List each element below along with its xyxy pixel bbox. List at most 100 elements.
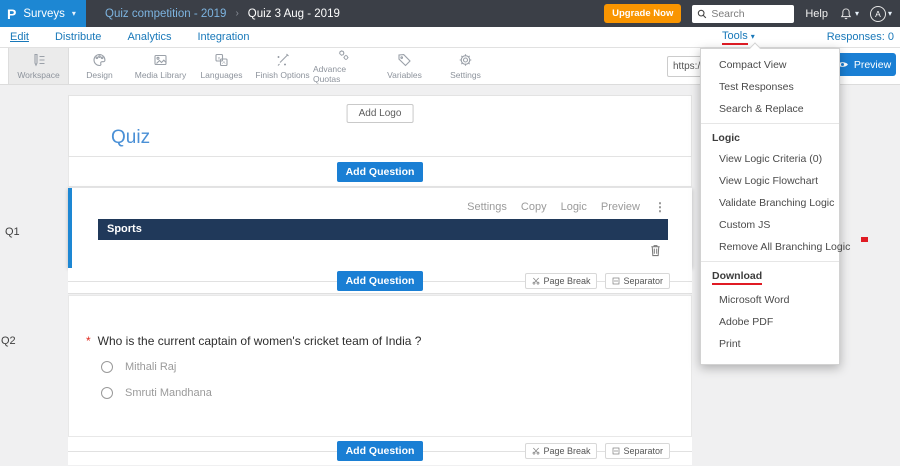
global-search — [692, 4, 795, 23]
toolbar-item-label: Advance Quotas — [313, 64, 347, 84]
menu-item-view-logic-flowchart[interactable]: View Logic Flowchart — [701, 170, 839, 192]
radio-button[interactable] — [101, 387, 113, 399]
gears-icon — [338, 50, 349, 60]
search-icon — [698, 9, 707, 18]
toolbar-item-label: Settings — [450, 70, 481, 80]
toolbar-item-label: Media Library — [134, 70, 187, 80]
separator-icon — [613, 447, 620, 455]
question-preview-link[interactable]: Preview — [601, 201, 640, 213]
tab-distribute[interactable]: Distribute — [55, 31, 101, 43]
caret-down-icon: ▾ — [71, 8, 76, 18]
tab-edit[interactable]: Edit — [10, 31, 29, 43]
menu-item-microsoft-word[interactable]: Microsoft Word — [701, 289, 839, 311]
tab-analytics[interactable]: Analytics — [127, 31, 171, 43]
question-copy-link[interactable]: Copy — [521, 201, 547, 213]
top-bar: P Surveys ▾ Quiz competition - 2019 › Qu… — [0, 0, 900, 27]
scissors-icon — [533, 277, 540, 284]
section-title-bar[interactable]: Sports — [98, 219, 668, 240]
option-label[interactable]: Smruti Mandhana — [125, 387, 212, 399]
gear-icon — [459, 54, 472, 66]
toolbar-item-variables[interactable]: Variables — [374, 48, 435, 84]
workspace-icon — [34, 53, 45, 67]
menu-item-custom-js[interactable]: Custom JS — [701, 214, 839, 236]
question-settings-link[interactable]: Settings — [467, 201, 507, 213]
product-switcher[interactable]: P Surveys ▾ — [0, 0, 86, 27]
page-break-label: Page Break — [543, 446, 591, 456]
survey-nav: Edit Distribute Analytics Integration To… — [0, 27, 900, 48]
option-label[interactable]: Mithali Raj — [125, 361, 176, 373]
question-card-q1[interactable]: Settings Copy Logic Preview ⋮ Sports — [68, 188, 692, 268]
breadcrumb: Quiz competition - 2019 › Quiz 3 Aug - 2… — [105, 8, 340, 20]
preview-button[interactable]: Preview — [831, 53, 896, 76]
add-question-zone-top: Add Question — [68, 157, 692, 187]
survey-editor-page: P Surveys ▾ Quiz competition - 2019 › Qu… — [0, 0, 900, 466]
breadcrumb-current: Quiz 3 Aug - 2019 — [247, 7, 340, 20]
menu-item-compact-view[interactable]: Compact View — [701, 54, 839, 76]
survey-header-panel: Add Logo Quiz — [68, 95, 692, 157]
translate-icon: xA — [215, 53, 228, 67]
toolbar-item-media-library[interactable]: Media Library — [130, 48, 191, 84]
divider — [701, 261, 839, 262]
toolbar-item-advance-quotas[interactable]: Advance Quotas — [313, 48, 374, 84]
toolbar-item-settings[interactable]: Settings — [435, 48, 496, 84]
toolbar-item-workspace[interactable]: Workspace — [8, 48, 69, 84]
add-logo-button[interactable]: Add Logo — [346, 104, 414, 123]
question-logic-link[interactable]: Logic — [561, 201, 587, 213]
question-card-q2[interactable]: * Who is the current captain of women's … — [68, 295, 692, 437]
question-text-row: * Who is the current captain of women's … — [86, 334, 421, 348]
add-question-button[interactable]: Add Question — [336, 441, 424, 461]
trash-icon — [651, 245, 660, 257]
magic-wand-icon — [277, 53, 289, 66]
toolbar-item-finish-options[interactable]: Finish Options — [252, 48, 313, 84]
menu-item-test-responses[interactable]: Test Responses — [701, 76, 839, 98]
download-header-label: Download — [712, 270, 763, 285]
add-question-button[interactable]: Add Question — [336, 270, 424, 291]
breadcrumb-parent[interactable]: Quiz competition - 2019 — [105, 8, 226, 20]
tools-dropdown-menu: Compact View Test Responses Search & Rep… — [700, 42, 850, 365]
search-input[interactable] — [711, 7, 790, 20]
page-break-label: Page Break — [543, 275, 591, 286]
page-break-button[interactable]: Page Break — [525, 443, 598, 459]
tab-integration[interactable]: Integration — [197, 31, 249, 43]
survey-panel: Add Logo Quiz Add Question Settings Copy… — [68, 95, 692, 465]
toolbar-item-label: Variables — [387, 70, 422, 80]
page-break-button[interactable]: Page Break — [525, 272, 598, 289]
notifications-menu[interactable]: ▾ — [839, 7, 859, 21]
image-icon — [154, 54, 167, 66]
menu-item-print[interactable]: Print — [701, 333, 839, 355]
add-question-button[interactable]: Add Question — [336, 161, 424, 182]
menu-item-search-replace[interactable]: Search & Replace — [701, 98, 839, 120]
separator-label: Separator — [623, 275, 663, 286]
tools-menu-trigger[interactable]: Tools ▾ — [722, 30, 755, 45]
toolbar-item-label: Finish Options — [255, 70, 310, 80]
caret-down-icon: ▾ — [750, 32, 755, 41]
separator-button[interactable]: Separator — [605, 443, 670, 459]
help-link[interactable]: Help — [805, 8, 828, 20]
caret-down-icon: ▾ — [887, 8, 892, 18]
menu-item-validate-branching-logic[interactable]: Validate Branching Logic — [701, 192, 839, 214]
toolbar-item-design[interactable]: Design — [69, 48, 130, 84]
delete-question-button[interactable] — [649, 243, 662, 262]
question-text[interactable]: Who is the current captain of women's cr… — [98, 334, 422, 348]
toolbar-item-label: Design — [86, 70, 113, 80]
menu-item-view-logic-criteria[interactable]: View Logic Criteria (0) — [701, 148, 839, 170]
radio-button[interactable] — [101, 361, 113, 373]
upgrade-now-button[interactable]: Upgrade Now — [604, 4, 682, 23]
account-menu[interactable]: A ▾ — [869, 5, 892, 22]
topbar-actions: Upgrade Now Help ▾ A ▾ — [604, 4, 900, 23]
survey-title[interactable]: Quiz — [111, 127, 150, 149]
add-question-zone-bottom: Add Question Page Break Separator — [68, 437, 692, 465]
toolbar-item-languages[interactable]: xA Languages — [191, 48, 252, 84]
menu-item-remove-branching-logic[interactable]: Remove All Branching Logic — [701, 236, 850, 258]
break-buttons: Page Break Separator — [525, 443, 670, 459]
required-marker: * — [86, 334, 91, 348]
more-options-icon[interactable]: ⋮ — [654, 200, 666, 214]
caret-down-icon: ▾ — [854, 8, 859, 18]
preview-label: Preview — [853, 58, 892, 71]
break-buttons: Page Break Separator — [525, 272, 670, 289]
avatar: A — [869, 5, 886, 22]
tools-label: Tools — [722, 30, 748, 45]
responses-count[interactable]: Responses: 0 — [827, 31, 894, 43]
menu-item-adobe-pdf[interactable]: Adobe PDF — [701, 311, 839, 333]
separator-button[interactable]: Separator — [605, 272, 670, 289]
